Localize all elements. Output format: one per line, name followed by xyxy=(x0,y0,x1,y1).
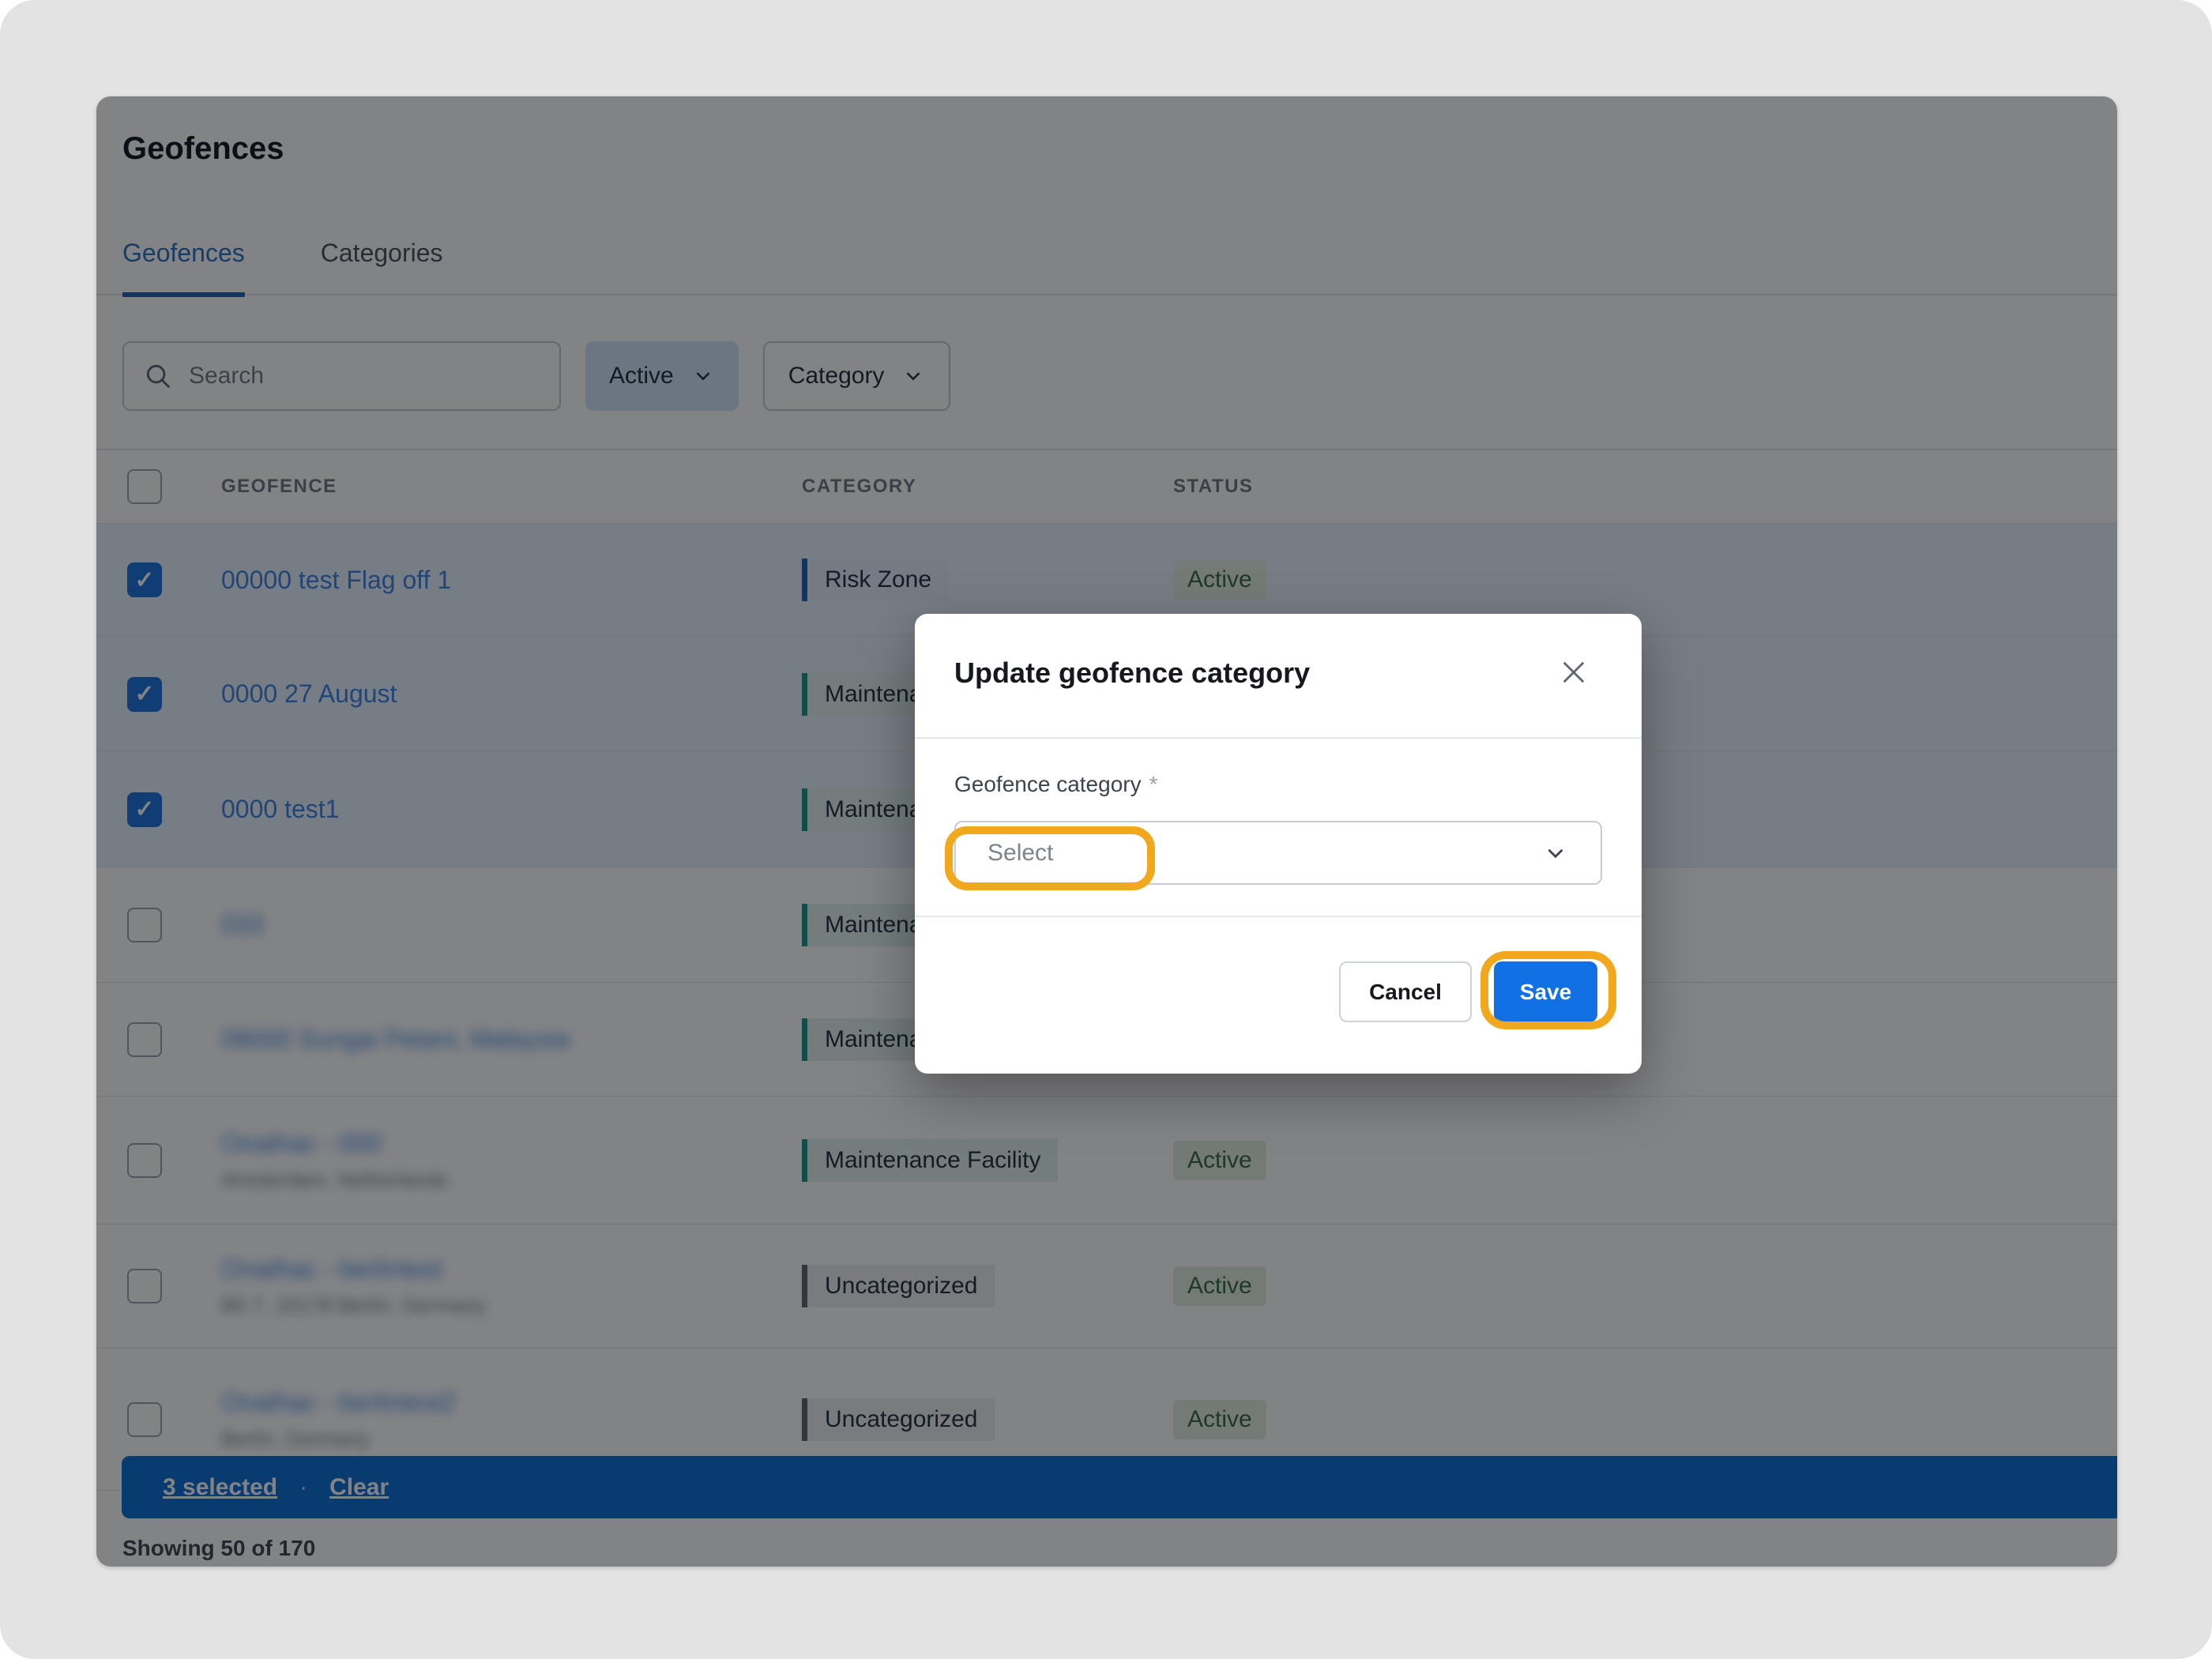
geofences-app-card: Geofences Geofences Categories Active Ca… xyxy=(96,96,2117,1567)
page-background: Geofences Geofences Categories Active Ca… xyxy=(0,0,2212,1659)
modal-title: Update geofence category xyxy=(954,656,1310,690)
required-asterisk: * xyxy=(1149,772,1158,796)
modal-header-divider xyxy=(915,737,1642,739)
select-placeholder: Select xyxy=(988,840,1542,867)
close-icon xyxy=(1557,656,1590,689)
modal-footer-divider xyxy=(915,916,1642,917)
save-button[interactable]: Save xyxy=(1494,961,1597,1022)
geofence-category-label: Geofence category * xyxy=(954,772,1158,797)
chevron-down-icon xyxy=(1542,840,1569,867)
field-label-text: Geofence category xyxy=(954,772,1142,796)
category-select[interactable]: Select xyxy=(954,821,1602,885)
modal-actions: Cancel Save xyxy=(1339,961,1597,1022)
modal-close-button[interactable] xyxy=(1553,652,1594,693)
cancel-button[interactable]: Cancel xyxy=(1339,961,1472,1022)
update-geofence-category-modal: Update geofence category Geofence catego… xyxy=(915,614,1642,1074)
